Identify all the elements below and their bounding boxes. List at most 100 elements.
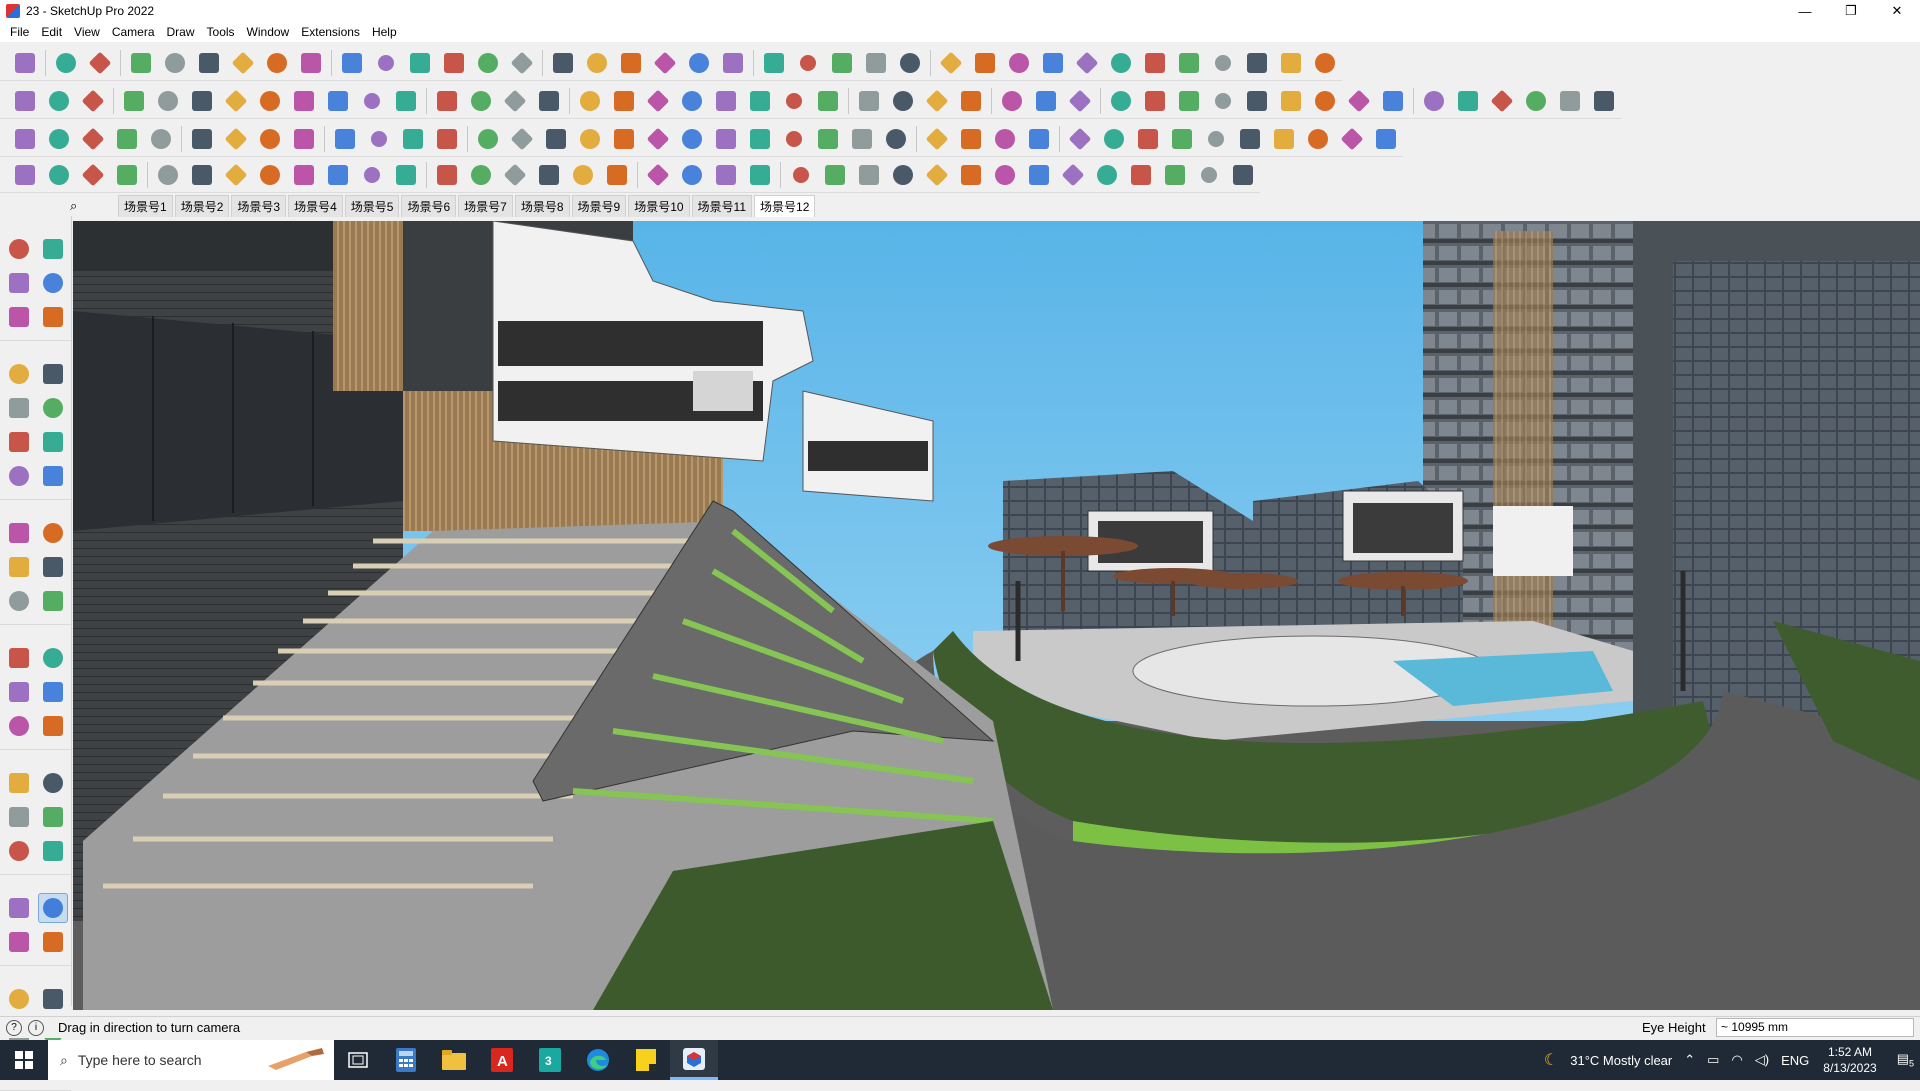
toolbar-tool-icon[interactable] bbox=[1201, 124, 1231, 154]
toolbar-tool-icon[interactable] bbox=[936, 48, 966, 78]
toolbar-tool-icon[interactable] bbox=[44, 86, 74, 116]
tool-icon[interactable] bbox=[4, 768, 34, 798]
file-explorer-icon[interactable] bbox=[430, 1040, 478, 1080]
toolbar-tool-icon[interactable] bbox=[10, 160, 40, 190]
toolbar-tool-icon[interactable] bbox=[466, 86, 496, 116]
toolbar-tool-icon[interactable] bbox=[711, 160, 741, 190]
info-icon[interactable]: i bbox=[28, 1019, 44, 1036]
toolbar-tool-icon[interactable] bbox=[888, 160, 918, 190]
toolbar-tool-icon[interactable] bbox=[1208, 48, 1238, 78]
scene-tab[interactable]: 场景号10 bbox=[628, 195, 690, 217]
toolbar-tool-icon[interactable] bbox=[10, 48, 40, 78]
toolbar-tool-icon[interactable] bbox=[1004, 48, 1034, 78]
toolbar-tool-icon[interactable] bbox=[677, 124, 707, 154]
toolbar-tool-icon[interactable] bbox=[1024, 160, 1054, 190]
toolbar-tool-icon[interactable] bbox=[1453, 86, 1483, 116]
tool-icon[interactable] bbox=[4, 711, 34, 741]
tool-icon[interactable] bbox=[38, 359, 68, 389]
toolbar-tool-icon[interactable] bbox=[10, 86, 40, 116]
toolbar-tool-icon[interactable] bbox=[296, 48, 326, 78]
toolbar-tool-icon[interactable] bbox=[1140, 86, 1170, 116]
toolbar-tool-icon[interactable] bbox=[1208, 86, 1238, 116]
toolbar-tool-icon[interactable] bbox=[745, 86, 775, 116]
toolbar-tool-icon[interactable] bbox=[500, 86, 530, 116]
scene-tab[interactable]: 场景号1 bbox=[118, 195, 173, 217]
weather-moon-icon[interactable]: ☾ bbox=[1544, 1050, 1558, 1070]
toolbar-tool-icon[interactable] bbox=[922, 160, 952, 190]
toolbar-tool-icon[interactable] bbox=[153, 160, 183, 190]
toolbar-tool-icon[interactable] bbox=[990, 160, 1020, 190]
tool-icon[interactable] bbox=[4, 393, 34, 423]
toolbar-tool-icon[interactable] bbox=[1106, 48, 1136, 78]
toolbar-tool-icon[interactable] bbox=[1378, 86, 1408, 116]
toolbar-tool-icon[interactable] bbox=[255, 160, 285, 190]
toolbar-tool-icon[interactable] bbox=[1242, 86, 1272, 116]
menu-view[interactable]: View bbox=[68, 25, 106, 39]
tool-icon[interactable] bbox=[4, 268, 34, 298]
toolbar-tool-icon[interactable] bbox=[888, 86, 918, 116]
tool-icon[interactable] bbox=[38, 927, 68, 957]
toolbar-tool-icon[interactable] bbox=[956, 124, 986, 154]
toolbar-tool-icon[interactable] bbox=[745, 124, 775, 154]
menu-window[interactable]: Window bbox=[241, 25, 296, 39]
toolbar-tool-icon[interactable] bbox=[194, 48, 224, 78]
toolbar-tool-icon[interactable] bbox=[1072, 48, 1102, 78]
clock[interactable]: 1:52 AM 8/13/2023 bbox=[1823, 1044, 1876, 1076]
toolbar-tool-icon[interactable] bbox=[221, 124, 251, 154]
toolbar-tool-icon[interactable] bbox=[507, 48, 537, 78]
toolbar-tool-icon[interactable] bbox=[820, 160, 850, 190]
toolbar-tool-icon[interactable] bbox=[575, 86, 605, 116]
task-view-icon[interactable] bbox=[334, 1040, 382, 1080]
tool-icon[interactable] bbox=[38, 836, 68, 866]
toolbar-tool-icon[interactable] bbox=[711, 124, 741, 154]
toolbar-tool-icon[interactable] bbox=[1167, 124, 1197, 154]
toolbar-tool-icon[interactable] bbox=[1038, 48, 1068, 78]
tool-icon[interactable] bbox=[38, 302, 68, 332]
toolbar-tool-icon[interactable] bbox=[1058, 160, 1088, 190]
toolbar-tool-icon[interactable] bbox=[500, 160, 530, 190]
toolbar-tool-icon[interactable] bbox=[847, 124, 877, 154]
tool-icon[interactable] bbox=[38, 234, 68, 264]
toolbar-tool-icon[interactable] bbox=[228, 48, 258, 78]
toolbar-tool-icon[interactable] bbox=[337, 48, 367, 78]
tool-icon[interactable] bbox=[38, 427, 68, 457]
toolbar-tool-icon[interactable] bbox=[473, 48, 503, 78]
help-icon[interactable]: ? bbox=[6, 1019, 22, 1036]
minimize-button[interactable]: — bbox=[1782, 0, 1828, 22]
toolbar-tool-icon[interactable] bbox=[1235, 124, 1265, 154]
toolbar-tool-icon[interactable] bbox=[718, 48, 748, 78]
tool-icon[interactable] bbox=[4, 927, 34, 957]
tool-icon[interactable] bbox=[4, 643, 34, 673]
toolbar-tool-icon[interactable] bbox=[881, 124, 911, 154]
menu-extensions[interactable]: Extensions bbox=[295, 25, 366, 39]
app-3-icon[interactable]: 3 bbox=[526, 1040, 574, 1080]
toolbar-tool-icon[interactable] bbox=[1228, 160, 1258, 190]
toolbar-tool-icon[interactable] bbox=[323, 86, 353, 116]
toolbar-tool-icon[interactable] bbox=[956, 160, 986, 190]
toolbar-tool-icon[interactable] bbox=[643, 124, 673, 154]
scene-tab[interactable]: 场景号8 bbox=[514, 195, 570, 217]
scene-tab[interactable]: 场景号11 bbox=[691, 195, 753, 217]
menu-camera[interactable]: Camera bbox=[106, 25, 161, 39]
toolbar-tool-icon[interactable] bbox=[1303, 124, 1333, 154]
start-button[interactable] bbox=[0, 1040, 48, 1080]
toolbar-tool-icon[interactable] bbox=[119, 86, 149, 116]
toolbar-tool-icon[interactable] bbox=[609, 86, 639, 116]
toolbar-tool-icon[interactable] bbox=[432, 86, 462, 116]
tool-icon[interactable] bbox=[4, 677, 34, 707]
weather-text[interactable]: 31°C Mostly clear bbox=[1570, 1053, 1672, 1068]
toolbar-tool-icon[interactable] bbox=[1521, 86, 1551, 116]
toolbar-tool-icon[interactable] bbox=[439, 48, 469, 78]
toolbar-tool-icon[interactable] bbox=[85, 48, 115, 78]
tool-icon[interactable] bbox=[4, 552, 34, 582]
scene-tab[interactable]: 场景号2 bbox=[174, 195, 230, 217]
measurements-box[interactable]: ~ 10995 mm bbox=[1716, 1018, 1914, 1037]
tool-icon[interactable] bbox=[4, 802, 34, 832]
toolbar-tool-icon[interactable] bbox=[568, 160, 598, 190]
tool-icon[interactable] bbox=[38, 893, 68, 923]
menu-tools[interactable]: Tools bbox=[201, 25, 241, 39]
toolbar-tool-icon[interactable] bbox=[534, 160, 564, 190]
toolbar-tool-icon[interactable] bbox=[405, 48, 435, 78]
toolbar-tool-icon[interactable] bbox=[44, 124, 74, 154]
toolbar-tool-icon[interactable] bbox=[1276, 86, 1306, 116]
